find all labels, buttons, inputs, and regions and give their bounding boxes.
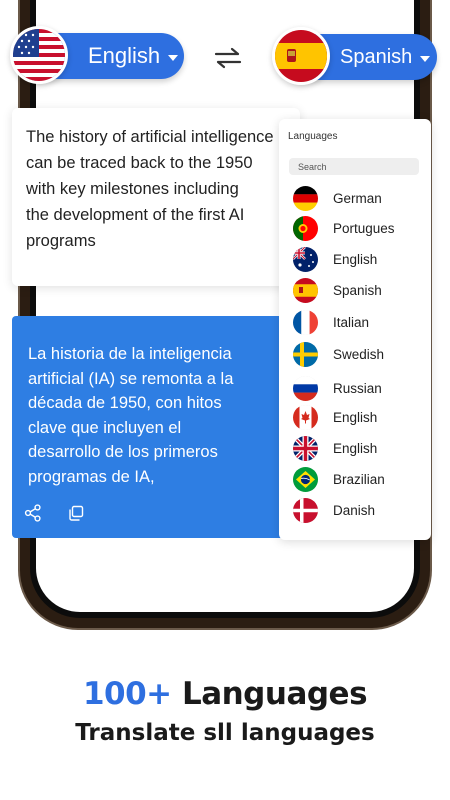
headline-rest: Languages bbox=[181, 676, 368, 712]
translated-text-card: La historia de la inteligencia artificia… bbox=[12, 316, 282, 538]
source-language-label: English bbox=[88, 43, 161, 68]
language-option-label: Italian bbox=[333, 315, 370, 330]
au-flag-icon bbox=[293, 247, 318, 272]
language-option-label: Brazilian bbox=[333, 472, 385, 487]
language-option-portugues[interactable]: Portugues bbox=[293, 216, 423, 242]
language-option-english-au[interactable]: English bbox=[293, 247, 423, 273]
share-icon[interactable] bbox=[24, 504, 42, 522]
language-option-brazilian[interactable]: Brazilian bbox=[293, 467, 423, 493]
us-flag-icon bbox=[10, 26, 68, 84]
language-option-label: English bbox=[333, 252, 378, 267]
language-option-label: Portugues bbox=[333, 221, 395, 236]
language-option-label: Swedish bbox=[333, 347, 385, 362]
ru-flag-icon bbox=[293, 376, 318, 401]
de-flag-icon bbox=[293, 186, 318, 211]
language-option-label: German bbox=[333, 191, 382, 206]
target-language-label: Spanish bbox=[340, 45, 413, 68]
language-option-english-ca[interactable]: English bbox=[293, 405, 423, 431]
chevron-down-icon bbox=[420, 55, 431, 62]
es-flag-icon bbox=[272, 27, 330, 85]
subline: Translate sll languages bbox=[75, 720, 375, 746]
chevron-down-icon bbox=[168, 54, 179, 61]
language-option-label: English bbox=[333, 410, 378, 425]
language-option-swedish[interactable]: Swedish bbox=[293, 342, 423, 368]
language-option-danish[interactable]: Danish bbox=[293, 498, 423, 524]
source-text[interactable]: The history of artificial intelligence c… bbox=[26, 124, 300, 254]
ca-flag-icon bbox=[293, 405, 318, 430]
language-option-label: Danish bbox=[333, 503, 376, 518]
language-option-german[interactable]: German bbox=[293, 186, 423, 212]
se-flag-icon bbox=[293, 342, 318, 367]
fr-flag-icon bbox=[293, 310, 318, 335]
language-option-label: Spanish bbox=[333, 283, 382, 298]
headline: 100+ Languages bbox=[0, 676, 450, 712]
languages-dropdown: Languages German Portugues English Spani… bbox=[279, 119, 431, 540]
headline-accent: 100+ bbox=[82, 676, 172, 712]
copy-icon[interactable] bbox=[67, 504, 85, 522]
language-option-russian[interactable]: Russian bbox=[293, 376, 423, 402]
language-option-spanish[interactable]: Spanish bbox=[293, 278, 423, 304]
language-option-label: Russian bbox=[333, 381, 382, 396]
dk-flag-icon bbox=[293, 498, 318, 523]
br-flag-icon bbox=[293, 467, 318, 492]
source-text-card[interactable]: The history of artificial intelligence c… bbox=[12, 108, 300, 286]
swap-arrows-icon[interactable] bbox=[212, 46, 244, 70]
language-option-label: English bbox=[333, 441, 378, 456]
language-search-input[interactable] bbox=[289, 158, 419, 175]
uk-flag-icon bbox=[293, 436, 318, 461]
translated-text: La historia de la inteligencia artificia… bbox=[28, 345, 234, 486]
languages-panel-title: Languages bbox=[288, 131, 338, 142]
language-option-italian[interactable]: Italian bbox=[293, 310, 423, 336]
language-option-english-uk[interactable]: English bbox=[293, 436, 423, 462]
es-flag-icon bbox=[293, 278, 318, 303]
pt-flag-icon bbox=[293, 216, 318, 241]
